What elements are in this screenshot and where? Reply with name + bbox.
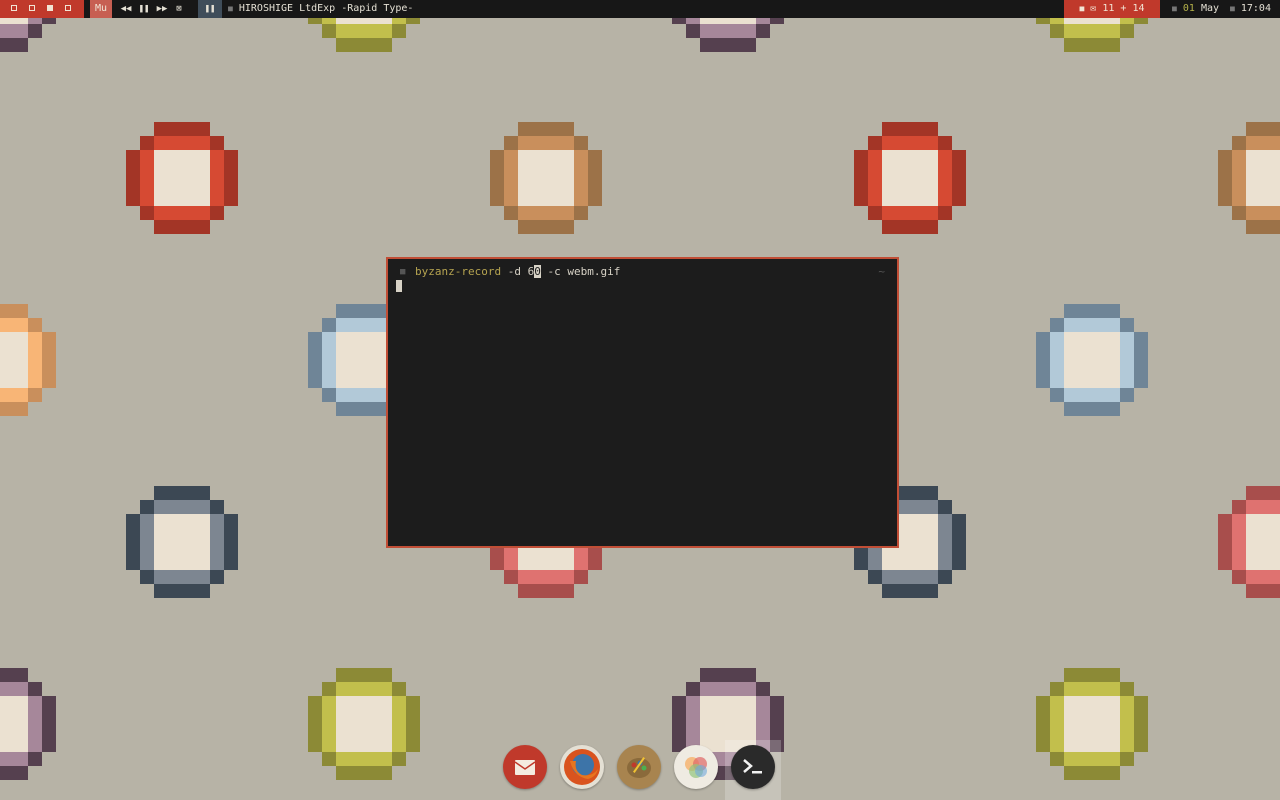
pause-icon[interactable]: ❚❚ [136,0,152,18]
terminal-app-icon[interactable] [731,745,775,789]
command-args: -d 6 [501,265,535,278]
workspace-1-button[interactable] [11,5,17,11]
workspace-4-button[interactable] [65,5,71,11]
wallpaper-dot [126,122,238,234]
date-month: May [1200,3,1219,14]
wallpaper-dot [0,304,56,416]
window-title: ■ HIROSHIGE LtdExp -Rapid Type- [228,3,414,14]
workspace-switcher [0,0,84,18]
wallpaper-dot [126,486,238,598]
playback-pause-button[interactable]: ❚❚ [198,0,222,18]
fast-forward-icon[interactable]: ▶▶ [154,0,170,18]
wallpaper-dot [0,668,56,780]
workspace-3-button[interactable] [47,5,53,11]
mail-app-icon[interactable] [503,745,547,789]
rewind-icon[interactable]: ◀◀ [118,0,134,18]
working-directory: ~ [878,265,885,278]
mail-count: 11 + 14 [1102,3,1145,14]
wallpaper-dot [490,122,602,234]
command-args-tail: -c webm.gif [540,265,621,278]
wallpaper-dot [308,668,420,780]
terminal-window[interactable]: ■ byzanz-record -d 60 -c webm.gif ~ [386,257,899,548]
block-cursor [396,280,402,292]
color-picker-icon[interactable] [674,745,718,789]
mail-icon: ✉ [1090,3,1097,14]
wallpaper-dot [854,122,966,234]
clock: ■ 17:04 [1230,3,1271,14]
top-panel: Mu ◀◀ ❚❚ ▶▶ ⊠ ❚❚ ■ HIROSHIGE LtdExp -Rap… [0,0,1280,18]
text-cursor: 0 [534,265,541,278]
mail-indicator[interactable]: ■ ✉ 11 + 14 [1064,0,1160,18]
paint-app-icon[interactable] [617,745,661,789]
prompt-icon: ■ [400,267,406,277]
clock-time: 17:04 [1240,3,1271,14]
wallpaper-dot [1036,304,1148,416]
stop-icon[interactable]: ⊠ [171,0,187,18]
workspace-2-button[interactable] [29,5,35,11]
music-player-label[interactable]: Mu [90,0,112,18]
date-display: ■ 01 May [1172,3,1219,14]
wallpaper-dot [1036,668,1148,780]
date-day: 01 [1182,3,1195,14]
window-title-text: HIROSHIGE LtdExp -Rapid Type- [238,3,414,14]
command-name: byzanz-record [415,265,502,278]
firefox-icon[interactable] [560,745,604,789]
wallpaper-dot [1218,486,1280,598]
command-line[interactable]: byzanz-record -d 60 -c webm.gif [415,265,620,278]
wallpaper-dot [1218,122,1280,234]
